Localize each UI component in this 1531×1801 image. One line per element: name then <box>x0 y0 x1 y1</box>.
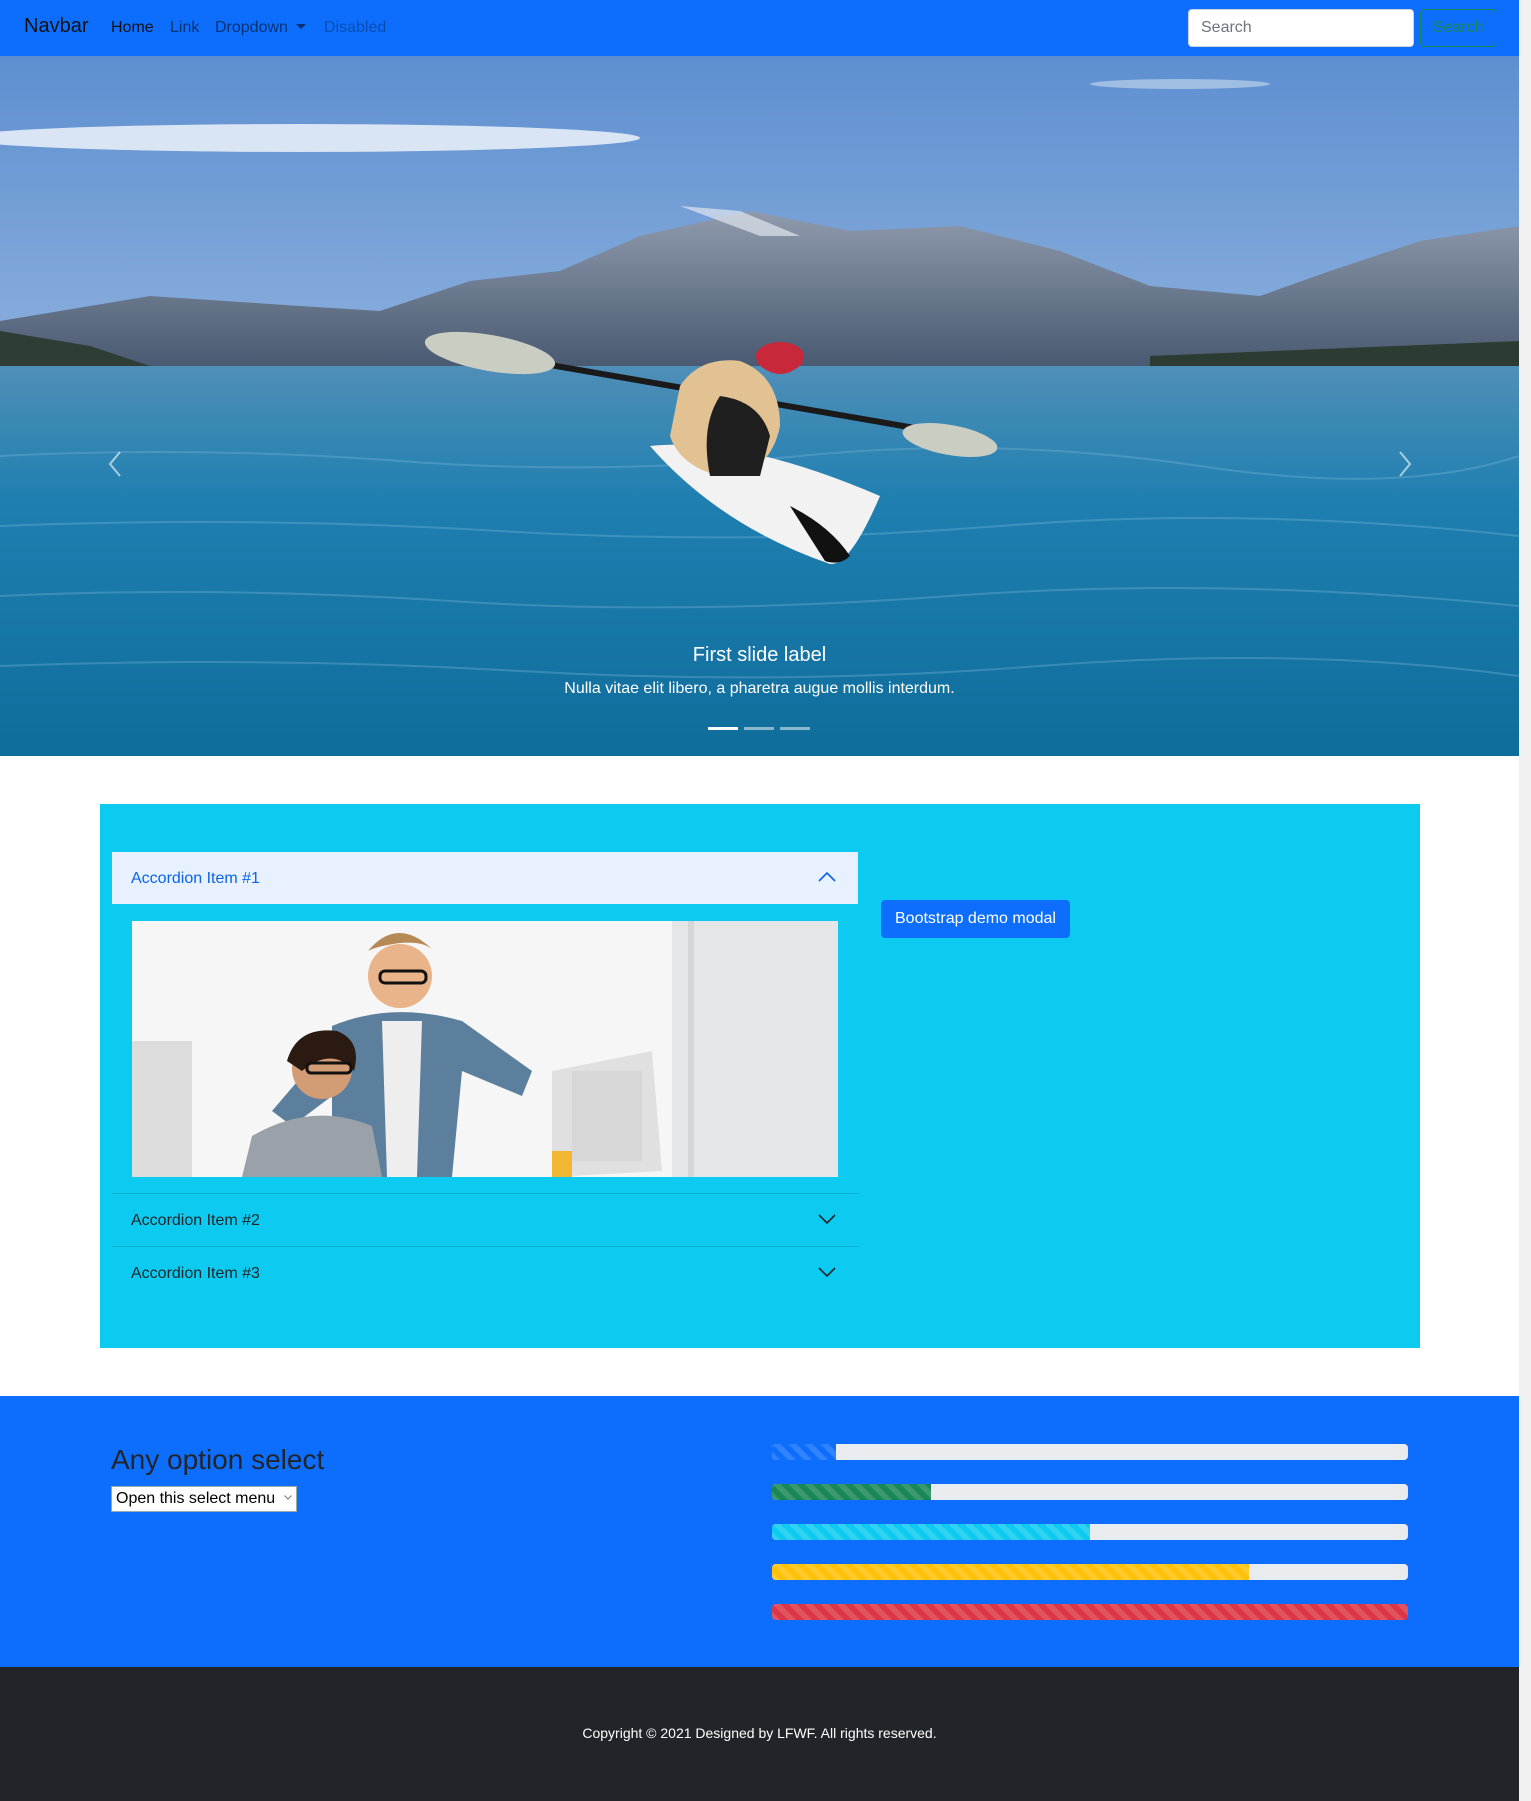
page: Navbar Home Link Dropdown Disabled Searc… <box>0 0 1519 1801</box>
search-input[interactable] <box>1188 9 1414 47</box>
accordion-section: Accordion Item #1 Accordion Item #2 Acco… <box>100 804 1420 1348</box>
nav-link-link[interactable]: Link <box>170 19 199 37</box>
progress-bar <box>772 1444 1408 1460</box>
carousel-indicator[interactable] <box>744 727 774 730</box>
accordion-item-title: Accordion Item #3 <box>131 1265 260 1282</box>
progress-fill <box>772 1604 1408 1620</box>
option-select[interactable]: Open this select menu <box>111 1486 297 1512</box>
carousel-prev-icon[interactable] <box>90 434 140 494</box>
carousel: First slide label Nulla vitae elit liber… <box>0 56 1519 756</box>
navbar-brand[interactable]: Navbar <box>24 15 88 38</box>
nav-link-home[interactable]: Home <box>111 19 154 37</box>
progress-bar <box>772 1564 1408 1580</box>
options-title: Any option select <box>111 1444 325 1475</box>
options-section: Any option select Open this select menu <box>0 1396 1519 1667</box>
carousel-caption-title: First slide label <box>692 644 827 666</box>
caret-down-icon <box>295 24 306 29</box>
page-scrollbar[interactable] <box>1519 0 1531 1801</box>
progress-bar <box>772 1484 1408 1500</box>
progress-bar <box>772 1524 1408 1540</box>
chevron-up-icon <box>818 871 836 882</box>
nav-dropdown[interactable]: Dropdown <box>215 19 306 37</box>
carousel-caption-text: Nulla vitae elit libero, a pharetra augu… <box>564 680 955 697</box>
copyright-text: Copyright © 2021 Designed by LFWF. All r… <box>582 1725 937 1741</box>
nav-link-disabled: Disabled <box>324 19 387 36</box>
accordion-item-1-body <box>132 921 838 1177</box>
footer: Copyright © 2021 Designed by LFWF. All r… <box>0 1667 1519 1801</box>
carousel-indicator[interactable] <box>708 727 738 730</box>
modal-launch-button[interactable]: Bootstrap demo modal <box>881 900 1070 938</box>
accordion-item-2-header[interactable]: Accordion Item #2 <box>112 1194 858 1246</box>
option-select-value: Open this select menu <box>116 1490 276 1507</box>
carousel-next-icon[interactable] <box>1380 434 1430 494</box>
search-button[interactable]: Search <box>1420 9 1496 47</box>
accordion-item-3-header[interactable]: Accordion Item #3 <box>112 1247 858 1299</box>
chevron-down-icon <box>818 1267 836 1278</box>
office-people-image <box>132 921 838 1177</box>
accordion-item-title: Accordion Item #1 <box>131 870 260 887</box>
carousel-indicator[interactable] <box>780 727 810 730</box>
accordion-item-1-header[interactable]: Accordion Item #1 <box>112 852 858 904</box>
nav-dropdown-label: Dropdown <box>215 19 288 36</box>
chevron-down-icon <box>284 1495 292 1500</box>
navbar: Navbar Home Link Dropdown Disabled Searc… <box>0 0 1519 56</box>
progress-fill <box>772 1564 1249 1580</box>
progress-fill <box>772 1484 931 1500</box>
progress-fill <box>772 1524 1090 1540</box>
chevron-down-icon <box>818 1214 836 1225</box>
accordion-item-title: Accordion Item #2 <box>131 1212 260 1229</box>
progress-fill <box>772 1444 836 1460</box>
progress-bar <box>772 1604 1408 1620</box>
